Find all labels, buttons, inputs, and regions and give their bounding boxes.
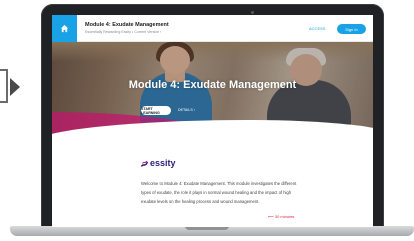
module-description: Welcome to Module 4: Exudate Management.… <box>141 181 297 204</box>
home-button[interactable] <box>52 15 77 42</box>
header-button[interactable]: Sign In <box>337 24 366 34</box>
app-header: Module 4: Exudate Management Essentially… <box>52 15 373 42</box>
breadcrumb[interactable]: Essentially Rewarding Essity • Current V… <box>85 30 161 34</box>
camera-dot <box>251 11 254 14</box>
module-duration: ⟵ 30 minutes <box>268 214 295 219</box>
page-title: Module 4: Exudate Management <box>85 22 169 28</box>
arrow-right-icon <box>10 78 20 96</box>
brand-logo: essity <box>150 158 176 168</box>
laptop-screen: Module 4: Exudate Management Essentially… <box>52 15 373 227</box>
start-learning-button[interactable]: START LEARNING <box>141 106 171 115</box>
hero-banner: Module 4: Exudate Management START LEARN… <box>52 42 373 137</box>
module-content: essity Welcome to Module 4: Exudate Mana… <box>52 137 373 227</box>
hero-title: Module 4: Exudate Management <box>128 79 297 91</box>
home-icon <box>60 24 69 33</box>
header-link[interactable]: ACCESS <box>309 26 325 31</box>
details-link[interactable]: DETAILS › <box>178 108 195 112</box>
slide-stage: Module 4: Exudate Management Essentially… <box>0 0 414 241</box>
essity-logo-icon <box>141 160 148 167</box>
side-bracket <box>0 69 8 103</box>
